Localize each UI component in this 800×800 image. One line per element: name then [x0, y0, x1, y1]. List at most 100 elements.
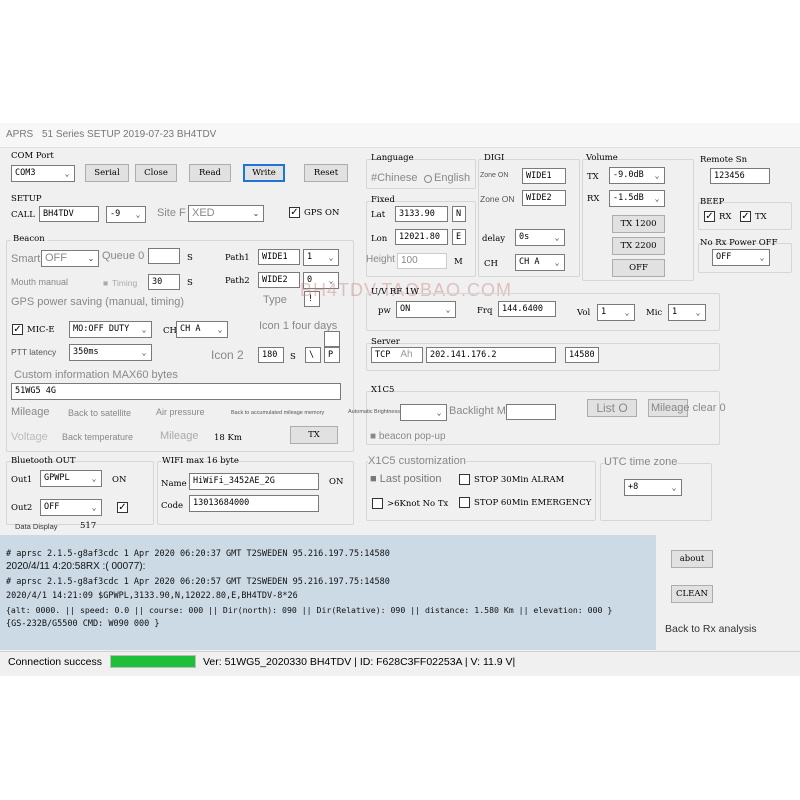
server-ip-input[interactable]: 202.141.176.2 — [426, 347, 556, 363]
utc-select[interactable]: +8 ⌄ — [624, 479, 682, 496]
icon2-unit: S — [290, 352, 296, 362]
out2-select[interactable]: OFF ⌄ — [40, 499, 102, 516]
clean-button[interactable]: CLEAN — [671, 585, 713, 603]
icon1-input[interactable] — [324, 331, 340, 347]
connection-status: Connection success — [8, 656, 102, 668]
beacon-ch-select[interactable]: CH A ⌄ — [176, 321, 228, 338]
log-output[interactable]: # aprsc 2.1.5-g8af3cdc 1 Apr 2020 06:20:… — [0, 535, 656, 650]
out1-on-label: ON — [112, 475, 127, 485]
voltage-label: Voltage — [11, 431, 48, 443]
mic-select[interactable]: 1 ⌄ — [668, 304, 706, 321]
smart-select[interactable]: OFF ⌄ — [41, 250, 99, 267]
timing-radio-indicator[interactable]: ■ — [103, 278, 108, 288]
about-button[interactable]: about — [671, 550, 713, 568]
tx-button[interactable]: TX — [290, 426, 338, 444]
vol-rx-select[interactable]: -1.5dB ⌄ — [609, 190, 665, 207]
reset-button[interactable]: Reset — [304, 164, 348, 182]
remote-sn-input[interactable]: 123456 — [710, 168, 770, 184]
digi-ch-select[interactable]: CH A ⌄ — [515, 254, 565, 271]
beep-tx-checkbox[interactable]: ✓ — [740, 211, 751, 222]
language-label: Language — [371, 153, 414, 163]
icon2-input[interactable]: 180 — [258, 347, 284, 363]
mileage-clear-button[interactable]: Mileage clear 0 — [648, 399, 726, 417]
last-position-option[interactable]: ■ Last position — [370, 473, 441, 485]
beacon-popup-option[interactable]: ■ beacon pop-up — [370, 431, 446, 442]
digi-ch-label: CH — [484, 259, 498, 269]
vol-off-button[interactable]: OFF — [612, 259, 665, 277]
ptt-latency-select[interactable]: 350ms ⌄ — [69, 344, 152, 361]
queue-input[interactable] — [148, 248, 180, 264]
beep-label: BEEP — [700, 197, 725, 207]
brightness-select[interactable]: ⌄ — [400, 404, 447, 421]
lon-dir-input[interactable]: E — [452, 229, 466, 245]
zone2-input[interactable]: WIDE2 — [522, 190, 566, 206]
gps-on-checkbox[interactable]: ✓ — [289, 207, 300, 218]
height-input[interactable]: 100 — [397, 253, 447, 269]
log-line: {GS-232B/G5500 CMD: W090 000 } — [6, 619, 160, 629]
out1-select[interactable]: GPWPL ⌄ — [40, 470, 102, 487]
call-input[interactable]: BH4TDV — [39, 206, 99, 222]
path1-n-select[interactable]: 1 ⌄ — [303, 249, 339, 266]
mic-e-checkbox[interactable]: ✓ — [12, 324, 23, 335]
tx2200-button[interactable]: TX 2200 — [612, 237, 665, 255]
wifi-code-input[interactable]: 13013684000 — [189, 495, 319, 512]
back-to-rx-analysis-link[interactable]: Back to Rx analysis — [665, 623, 757, 635]
site-label: Site F — [157, 207, 186, 219]
icon2-symbol-code[interactable]: P — [324, 347, 340, 363]
server-port-input[interactable]: 14580 — [565, 347, 599, 363]
stop60-checkbox[interactable] — [459, 497, 470, 508]
stop30-label: STOP 30Min ALRAM — [474, 475, 565, 485]
chevron-down-icon: ⌄ — [141, 325, 147, 334]
title-bar: APRS 51 Series SETUP 2019-07-23 BH4TDV — [0, 123, 800, 148]
log-line: # aprsc 2.1.5-g8af3cdc 1 Apr 2020 06:20:… — [6, 549, 390, 559]
x1c5-label: X1C5 — [371, 385, 395, 395]
setup-label: SETUP — [11, 194, 42, 204]
chevron-down-icon: ⌄ — [141, 348, 147, 357]
chinese-option[interactable]: #Chinese — [371, 172, 417, 184]
ssid-select[interactable]: -9 ⌄ — [106, 206, 146, 223]
english-option[interactable]: English — [434, 172, 470, 184]
server-proto-input[interactable]: TCP Ah — [371, 347, 423, 363]
backlight-input[interactable] — [506, 404, 556, 420]
serial-button[interactable]: Serial — [85, 164, 129, 182]
wifi-name-input[interactable]: HiWiFi_3452AE_2G — [189, 473, 319, 490]
type-label: Type — [263, 294, 287, 306]
no-rx-select[interactable]: OFF ⌄ — [712, 249, 770, 266]
read-button[interactable]: Read — [189, 164, 231, 182]
back-mileage-memory-label: Back to accumulated mileage memory — [231, 410, 325, 416]
lat-dir-input[interactable]: N — [452, 206, 466, 222]
stop30-checkbox[interactable] — [459, 474, 470, 485]
out2-checkbox[interactable]: ✓ — [117, 502, 128, 513]
icon2-symbol-table[interactable]: \ — [305, 347, 321, 363]
vol-select[interactable]: 1 ⌄ — [597, 304, 635, 321]
lat-input[interactable]: 3133.90 — [395, 206, 448, 222]
vol-tx-select[interactable]: -9.0dB ⌄ — [609, 167, 665, 184]
lon-input[interactable]: 12021.80 — [395, 229, 448, 245]
data-display-label: Data Display — [15, 522, 58, 531]
vol-tx-label: TX — [587, 172, 599, 182]
site-select[interactable]: XED ⌄ — [188, 205, 264, 222]
close-button[interactable]: Close — [135, 164, 177, 182]
connection-progress-bar — [110, 655, 196, 668]
english-radio[interactable] — [424, 175, 432, 183]
chevron-down-icon: ⌄ — [328, 253, 334, 262]
mic-e-select[interactable]: MO:OFF DUTY ⌄ — [69, 321, 152, 338]
custom-info-input[interactable]: 51WG5 4G — [11, 383, 341, 400]
path1-input[interactable]: WIDE1 — [258, 249, 300, 265]
knot-checkbox[interactable] — [372, 498, 383, 509]
height-label: Height — [366, 254, 395, 265]
delay-select[interactable]: 0s ⌄ — [515, 229, 565, 246]
wifi-on-label: ON — [329, 477, 344, 487]
path2-input[interactable]: WIDE2 — [258, 272, 300, 288]
chevron-down-icon: ⌄ — [671, 483, 677, 492]
timing-input[interactable]: 30 — [148, 274, 180, 290]
zone1-input[interactable]: WIDE1 — [522, 168, 566, 184]
chevron-down-icon: ⌄ — [436, 408, 442, 417]
com-port-select[interactable]: COM3 ⌄ — [11, 165, 75, 182]
pw-select[interactable]: ON ⌄ — [396, 301, 456, 318]
write-button[interactable]: Write — [243, 164, 285, 182]
frq-input[interactable]: 144.6400 — [498, 301, 556, 317]
tx1200-button[interactable]: TX 1200 — [612, 215, 665, 233]
list-button[interactable]: List O — [587, 399, 637, 417]
beep-rx-checkbox[interactable]: ✓ — [704, 211, 715, 222]
